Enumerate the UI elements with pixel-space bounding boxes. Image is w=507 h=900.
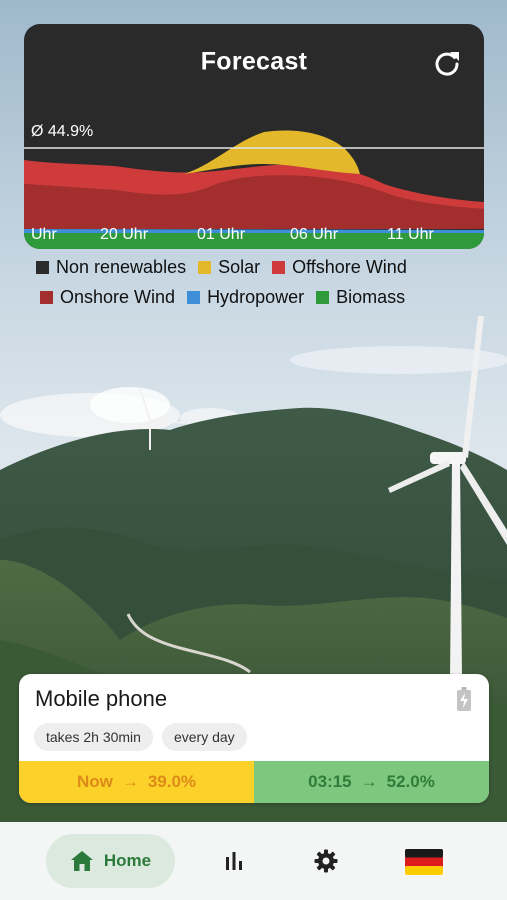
legend-item-hydropower: Hydropower — [187, 287, 304, 308]
bar-chart-icon — [226, 852, 242, 870]
refresh-button[interactable] — [432, 48, 462, 78]
battery-charging-icon — [457, 687, 471, 711]
forecast-card: Uhr 20 Uhr 01 Uhr 06 Uhr 11 Uhr Forecast… — [24, 24, 484, 249]
german-flag-icon — [405, 849, 443, 875]
now-plan[interactable]: Now → 39.0% — [19, 761, 254, 803]
nav-settings-button[interactable] — [314, 849, 338, 873]
bottom-navigation: Home — [0, 822, 507, 900]
device-title: Mobile phone — [35, 686, 168, 711]
legend-swatch — [198, 260, 212, 274]
time-label: 11 Uhr — [387, 226, 435, 243]
chart-legend: Non renewables Solar Offshore Wind Onsho… — [36, 256, 486, 316]
repeat-chip: every day — [161, 723, 247, 751]
legend-swatch — [316, 290, 330, 304]
duration-chip: takes 2h 30min — [34, 723, 153, 751]
legend-swatch — [187, 290, 201, 304]
time-label: 20 Uhr — [100, 226, 149, 243]
refresh-icon — [435, 52, 459, 76]
legend-label: Offshore Wind — [292, 256, 407, 277]
best-time-plan[interactable]: 03:15 → 52.0% — [254, 761, 489, 803]
legend-item-onshore-wind: Onshore Wind — [40, 287, 175, 308]
time-label: 01 Uhr — [197, 226, 246, 243]
best-value: 52.0% — [386, 772, 435, 791]
legend-swatch — [36, 260, 49, 274]
arrow-right-icon: → — [121, 772, 139, 791]
legend-item-non-renewables: Non renewables — [36, 257, 186, 278]
gear-icon — [314, 849, 338, 873]
home-icon — [70, 851, 93, 871]
time-label: Uhr — [31, 226, 57, 243]
now-value: 39.0% — [147, 772, 197, 791]
legend-label: Onshore Wind — [60, 286, 176, 307]
nav-stats-button[interactable] — [222, 849, 246, 873]
legend-swatch — [40, 290, 53, 304]
time-label: 06 Uhr — [290, 226, 339, 243]
legend-label: Hydropower — [207, 286, 305, 307]
legend-item-biomass: Biomass — [316, 287, 405, 308]
legend-label: Biomass — [336, 286, 406, 307]
nav-country-button[interactable] — [405, 849, 443, 875]
nav-home-button[interactable]: Home — [46, 834, 175, 888]
legend-label: Non renewables — [56, 256, 187, 277]
now-label: Now — [76, 772, 113, 791]
best-time: 03:15 — [308, 772, 352, 791]
average-label: Ø 44.9% — [31, 123, 94, 140]
legend-item-solar: Solar — [198, 257, 260, 278]
charging-plan-row: Now → 39.0% 03:15 → 52.0% — [19, 761, 489, 803]
legend-label: Solar — [218, 256, 261, 277]
forecast-title: Forecast — [200, 47, 308, 76]
legend-item-offshore-wind: Offshore Wind — [272, 257, 407, 278]
arrow-right-icon: → — [360, 772, 378, 791]
device-card[interactable]: Mobile phone takes 2h 30min every day No… — [19, 674, 489, 803]
legend-swatch — [272, 260, 286, 274]
nav-home-label: Home — [103, 851, 152, 870]
